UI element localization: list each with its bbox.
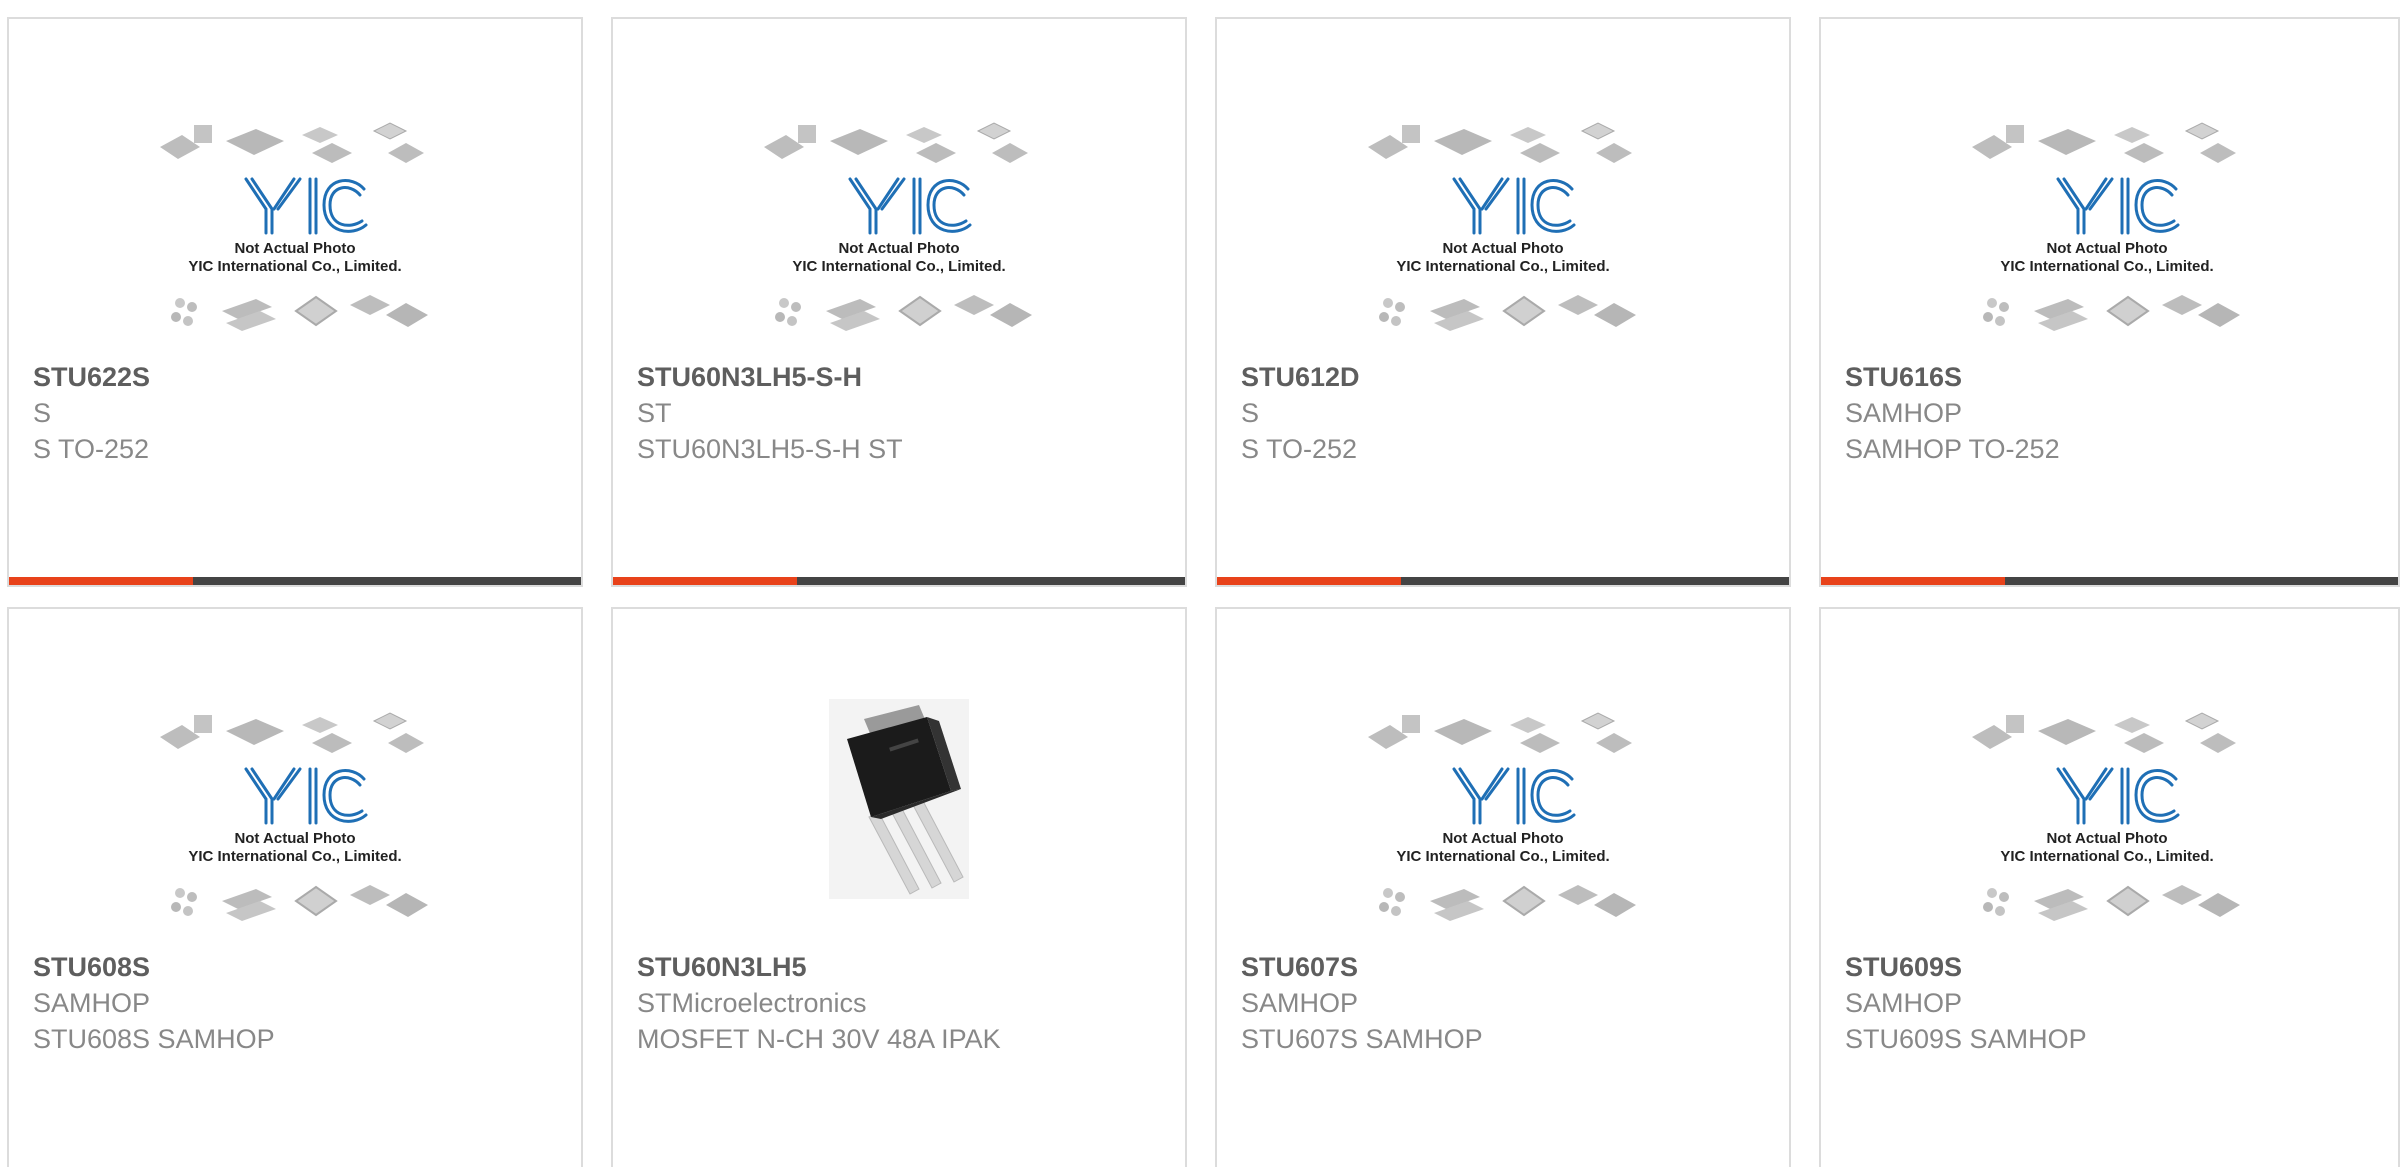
svg-text:Not Actual Photo: Not Actual Photo: [1442, 240, 1563, 257]
card-bottom-bar: [9, 577, 581, 585]
yic-placeholder-icon: Not Actual Photo YIC International Co., …: [764, 109, 1034, 359]
svg-text:Not Actual Photo: Not Actual Photo: [234, 830, 355, 847]
svg-text:Not Actual Photo: Not Actual Photo: [2046, 240, 2167, 257]
manufacturer: SAMHOP: [1845, 988, 1963, 1018]
svg-text:YIC International Co., Limited: YIC International Co., Limited.: [188, 848, 401, 865]
manufacturer: STMicroelectronics: [637, 988, 867, 1018]
manufacturer: S: [1241, 398, 1260, 428]
ipak-transistor-photo: [769, 699, 1029, 949]
yic-placeholder-icon: Not Actual Photo YIC International Co., …: [1972, 109, 2242, 359]
description: MOSFET N-CH 30V 48A IPAK: [637, 1024, 1001, 1054]
part-number-link[interactable]: STU60N3LH5-S-H: [637, 359, 1165, 395]
product-card[interactable]: Not Actual Photo YIC International Co., …: [1819, 17, 2400, 587]
manufacturer: SAMHOP: [1845, 398, 1963, 428]
part-number-link[interactable]: STU616S: [1845, 359, 2378, 395]
svg-text:YIC International Co., Limited: YIC International Co., Limited.: [2000, 258, 2213, 275]
yic-placeholder-icon: Not Actual Photo YIC International Co., …: [1368, 699, 1638, 949]
product-card[interactable]: Not Actual Photo YIC International Co., …: [1215, 17, 1791, 587]
description: S TO-252: [1241, 434, 1358, 464]
product-image[interactable]: Not Actual Photo YIC International Co., …: [613, 109, 1185, 359]
svg-text:Not Actual Photo: Not Actual Photo: [234, 240, 355, 257]
yic-placeholder-icon: Not Actual Photo YIC International Co., …: [160, 109, 430, 359]
yic-placeholder-icon: Not Actual Photo YIC International Co., …: [1368, 109, 1638, 359]
product-grid: Not Actual Photo YIC International Co., …: [0, 0, 2400, 1167]
svg-text:Not Actual Photo: Not Actual Photo: [838, 240, 959, 257]
yic-placeholder-icon: Not Actual Photo YIC International Co., …: [1972, 699, 2242, 949]
part-number-link[interactable]: STU612D: [1241, 359, 1769, 395]
manufacturer: SAMHOP: [33, 988, 151, 1018]
product-image[interactable]: Not Actual Photo YIC International Co., …: [1821, 699, 2393, 949]
product-image[interactable]: Not Actual Photo YIC International Co., …: [1217, 109, 1789, 359]
part-number-link[interactable]: STU608S: [33, 949, 561, 985]
description: STU607S SAMHOP: [1241, 1024, 1483, 1054]
product-image[interactable]: Not Actual Photo YIC International Co., …: [9, 109, 581, 359]
svg-text:YIC International Co., Limited: YIC International Co., Limited.: [792, 258, 1005, 275]
product-card[interactable]: STU60N3LH5 STMicroelectronics MOSFET N-C…: [611, 607, 1187, 1167]
product-card[interactable]: Not Actual Photo YIC International Co., …: [7, 17, 583, 587]
product-card[interactable]: Not Actual Photo YIC International Co., …: [611, 17, 1187, 587]
part-number-link[interactable]: STU622S: [33, 359, 561, 395]
product-card[interactable]: Not Actual Photo YIC International Co., …: [1215, 607, 1791, 1167]
card-bottom-bar: [613, 577, 1185, 585]
svg-text:YIC International Co., Limited: YIC International Co., Limited.: [1396, 258, 1609, 275]
product-card[interactable]: Not Actual Photo YIC International Co., …: [1819, 607, 2400, 1167]
description: STU608S SAMHOP: [33, 1024, 275, 1054]
card-bottom-bar: [1821, 577, 2398, 585]
description: STU609S SAMHOP: [1845, 1024, 2087, 1054]
product-image[interactable]: Not Actual Photo YIC International Co., …: [1821, 109, 2393, 359]
svg-text:YIC International Co., Limited: YIC International Co., Limited.: [188, 258, 401, 275]
card-bottom-bar: [1217, 577, 1789, 585]
product-image[interactable]: [613, 699, 1185, 949]
part-number-link[interactable]: STU60N3LH5: [637, 949, 1165, 985]
product-image[interactable]: Not Actual Photo YIC International Co., …: [1217, 699, 1789, 949]
description: SAMHOP TO-252: [1845, 434, 2060, 464]
manufacturer: SAMHOP: [1241, 988, 1359, 1018]
svg-text:YIC International Co., Limited: YIC International Co., Limited.: [2000, 848, 2213, 865]
svg-text:YIC International Co., Limited: YIC International Co., Limited.: [1396, 848, 1609, 865]
part-number-link[interactable]: STU607S: [1241, 949, 1769, 985]
svg-text:Not Actual Photo: Not Actual Photo: [2046, 830, 2167, 847]
product-image[interactable]: Not Actual Photo YIC International Co., …: [9, 699, 581, 949]
yic-placeholder-icon: Not Actual Photo YIC International Co., …: [160, 699, 430, 949]
part-number-link[interactable]: STU609S: [1845, 949, 2378, 985]
description: STU60N3LH5-S-H ST: [637, 434, 903, 464]
manufacturer: ST: [637, 398, 672, 428]
svg-text:Not Actual Photo: Not Actual Photo: [1442, 830, 1563, 847]
description: S TO-252: [33, 434, 150, 464]
manufacturer: S: [33, 398, 52, 428]
product-card[interactable]: Not Actual Photo YIC International Co., …: [7, 607, 583, 1167]
